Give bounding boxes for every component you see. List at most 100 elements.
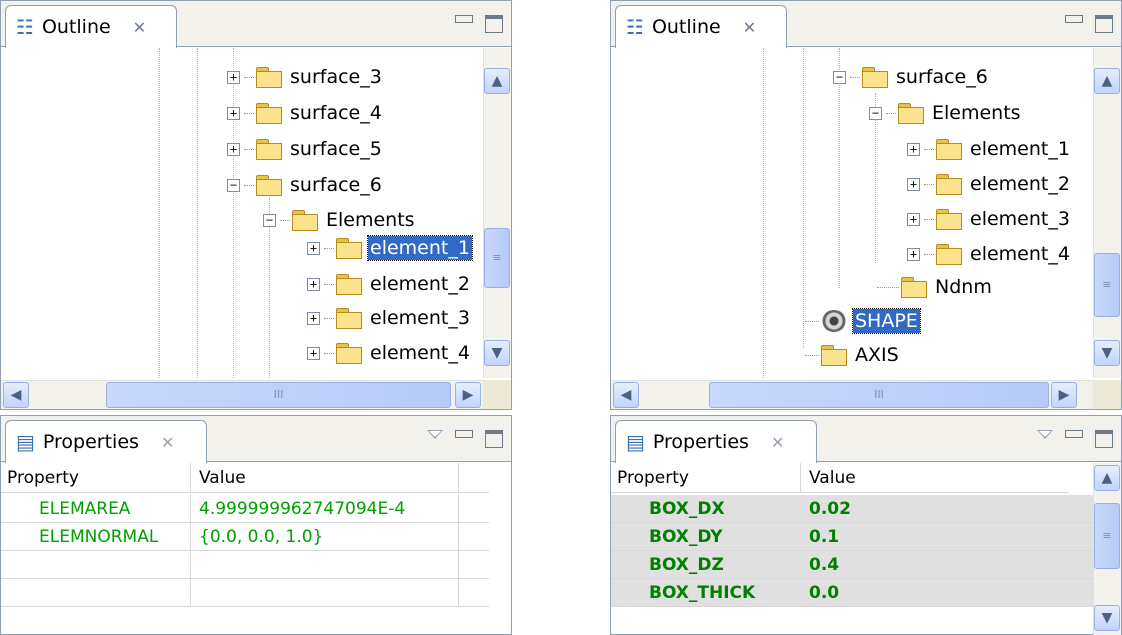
- tree-node-surface-6[interactable]: − surface_6: [227, 168, 384, 202]
- scroll-thumb[interactable]: III: [709, 382, 1049, 408]
- folder-icon: [901, 277, 927, 298]
- expand-icon[interactable]: +: [227, 106, 240, 120]
- expand-icon[interactable]: +: [307, 311, 320, 325]
- outline-tree: + surface_3 + surface_4 + surface_5 − su…: [1, 48, 483, 378]
- property-value[interactable]: 4.999999962747094E-4: [191, 495, 459, 522]
- expand-icon[interactable]: +: [907, 247, 920, 261]
- expand-icon[interactable]: +: [907, 212, 920, 226]
- tree-node-element-4[interactable]: + element_4: [307, 336, 472, 370]
- collapse-icon[interactable]: −: [227, 178, 240, 192]
- properties-vertical-scrollbar[interactable]: ▲ ≡ ▼: [1093, 463, 1121, 635]
- expand-icon[interactable]: +: [227, 142, 240, 156]
- column-header-property[interactable]: Property: [1, 463, 191, 492]
- collapse-icon[interactable]: −: [833, 70, 846, 84]
- folder-icon: [936, 244, 962, 265]
- tree-node-element-3[interactable]: + element_3: [907, 202, 1072, 236]
- close-icon[interactable]: ✕: [161, 433, 174, 452]
- tree-node-element-1[interactable]: + element_1: [307, 231, 473, 265]
- outline-vertical-scrollbar[interactable]: ▲ ≡ ▼: [483, 48, 511, 378]
- tree-node-axis[interactable]: AXIS: [805, 338, 901, 372]
- table-row[interactable]: BOX_DZ 0.4: [611, 551, 1093, 579]
- column-header-value[interactable]: Value: [191, 463, 459, 492]
- tree-guide-line: [159, 48, 160, 378]
- tree-node-element-4[interactable]: + element_4: [907, 237, 1072, 271]
- property-value[interactable]: 0.1: [801, 523, 1069, 550]
- scroll-up-icon[interactable]: ▲: [1094, 465, 1120, 491]
- scroll-thumb[interactable]: ≡: [1094, 503, 1120, 569]
- collapse-icon[interactable]: −: [869, 106, 882, 120]
- folder-icon: [256, 67, 282, 88]
- expand-icon[interactable]: +: [907, 142, 920, 156]
- tab-outline[interactable]: ☷ Outline ✕: [615, 5, 787, 48]
- property-name: ELEMAREA: [1, 495, 191, 522]
- view-controls: [427, 424, 503, 448]
- table-row[interactable]: BOX_DY 0.1: [611, 523, 1093, 551]
- close-icon[interactable]: ✕: [743, 18, 756, 37]
- view-controls: [1065, 9, 1113, 33]
- tree-node-element-2[interactable]: + element_2: [907, 167, 1072, 201]
- table-row[interactable]: ELEMNORMAL {0.0, 0.0, 1.0}: [1, 523, 489, 551]
- scroll-down-icon[interactable]: ▼: [1094, 605, 1120, 631]
- outline-tabstrip: ☷ Outline ✕: [1, 1, 511, 48]
- scroll-right-icon[interactable]: ▶: [455, 382, 481, 408]
- tree-node-element-2[interactable]: + element_2: [307, 267, 472, 301]
- property-value[interactable]: 0.0: [801, 579, 1069, 606]
- folder-icon: [256, 139, 282, 160]
- collapse-icon[interactable]: −: [263, 213, 276, 227]
- tree-node-element-3[interactable]: + element_3: [307, 301, 472, 335]
- close-icon[interactable]: ✕: [133, 18, 146, 37]
- column-header-value[interactable]: Value: [801, 463, 1069, 492]
- minimize-icon[interactable]: [1065, 15, 1083, 23]
- table-row[interactable]: BOX_THICK 0.0: [611, 579, 1093, 607]
- properties-view: ▤ Properties ✕ Property Value ELEMAREA 4…: [0, 415, 512, 635]
- column-header-property[interactable]: Property: [611, 463, 801, 492]
- minimize-icon[interactable]: [1065, 430, 1083, 438]
- scroll-thumb[interactable]: ≡: [1094, 253, 1120, 317]
- tree-node-surface-4[interactable]: + surface_4: [227, 96, 384, 130]
- property-value[interactable]: 0.02: [801, 495, 1069, 522]
- table-row[interactable]: ELEMAREA 4.999999962747094E-4: [1, 495, 489, 523]
- expand-icon[interactable]: +: [307, 277, 320, 291]
- tab-outline[interactable]: ☷ Outline ✕: [5, 5, 177, 48]
- outline-tab-label: Outline: [651, 16, 721, 38]
- scroll-down-icon[interactable]: ▼: [484, 340, 510, 366]
- tree-node-shape[interactable]: SHAPE: [805, 304, 921, 338]
- scroll-down-icon[interactable]: ▼: [1094, 340, 1120, 366]
- tree-node-element-1[interactable]: + element_1: [907, 132, 1072, 166]
- scroll-thumb[interactable]: III: [106, 382, 451, 408]
- scroll-left-icon[interactable]: ◀: [613, 382, 639, 408]
- scroll-up-icon[interactable]: ▲: [484, 68, 510, 94]
- tree-node-surface-3[interactable]: + surface_3: [227, 60, 384, 94]
- maximize-icon[interactable]: [485, 15, 503, 33]
- tab-properties[interactable]: ▤ Properties ✕: [615, 420, 817, 463]
- expand-icon[interactable]: +: [227, 70, 240, 84]
- minimize-icon[interactable]: [455, 15, 473, 23]
- close-icon[interactable]: ✕: [771, 433, 784, 452]
- outline-vertical-scrollbar[interactable]: ▲ ≡ ▼: [1093, 48, 1121, 378]
- expand-icon[interactable]: +: [307, 241, 320, 255]
- view-menu-icon[interactable]: [427, 430, 443, 439]
- expand-icon[interactable]: +: [907, 177, 920, 191]
- minimize-icon[interactable]: [455, 430, 473, 438]
- view-menu-icon[interactable]: [1037, 430, 1053, 439]
- tab-properties[interactable]: ▤ Properties ✕: [5, 420, 207, 463]
- property-value[interactable]: {0.0, 0.0, 1.0}: [191, 523, 459, 550]
- tree-node-ndnm[interactable]: Ndnm: [877, 270, 994, 304]
- maximize-icon[interactable]: [485, 430, 503, 448]
- outline-horizontal-scrollbar[interactable]: ◀ III ▶: [1, 380, 485, 409]
- scroll-left-icon[interactable]: ◀: [3, 382, 29, 408]
- outline-horizontal-scrollbar[interactable]: ◀ III ▶: [611, 380, 1095, 409]
- scroll-up-icon[interactable]: ▲: [1094, 68, 1120, 94]
- scroll-right-icon[interactable]: ▶: [1051, 382, 1077, 408]
- maximize-icon[interactable]: [1095, 430, 1113, 448]
- tree-node-elements[interactable]: − Elements: [869, 96, 1023, 130]
- expand-icon[interactable]: +: [307, 346, 320, 360]
- tree-node-surface-6[interactable]: − surface_6: [833, 60, 990, 94]
- property-name: BOX_DY: [649, 526, 723, 547]
- maximize-icon[interactable]: [1095, 15, 1113, 33]
- table-row[interactable]: BOX_DX 0.02: [611, 495, 1093, 523]
- property-value[interactable]: 0.4: [801, 551, 1069, 578]
- scroll-thumb[interactable]: ≡: [484, 228, 510, 288]
- tree-node-surface-5[interactable]: + surface_5: [227, 132, 384, 166]
- folder-icon: [336, 238, 362, 259]
